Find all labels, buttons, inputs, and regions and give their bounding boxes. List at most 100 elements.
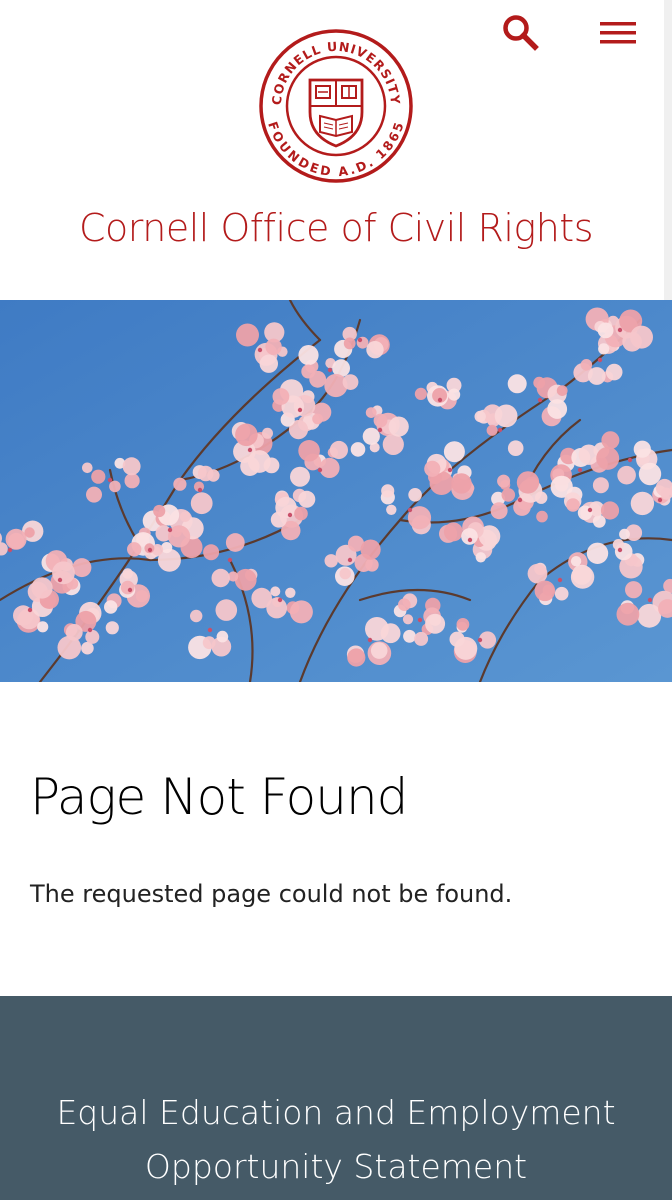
not-found-message: The requested page could not be found.	[30, 880, 513, 908]
blossom-petal	[403, 629, 416, 643]
blossom-center	[317, 467, 323, 473]
blossom-petal	[215, 599, 238, 621]
blossom-petal	[272, 388, 290, 405]
blossom-petal	[598, 343, 610, 355]
blossom-center	[467, 537, 473, 543]
site-title[interactable]: Cornell Office of Civil Rights	[0, 206, 672, 250]
blossom-petal	[124, 473, 140, 489]
blossom-petal	[570, 556, 582, 567]
blossom-center	[357, 337, 363, 343]
blossom-petal	[57, 635, 82, 660]
blossom-petal	[85, 629, 100, 644]
blossom-petal	[343, 337, 356, 350]
blossom-petal	[105, 621, 119, 635]
blossom-petal	[536, 510, 548, 523]
blossom-petal	[386, 504, 397, 515]
blossom-petal	[339, 567, 351, 580]
blossom-petal	[556, 385, 568, 396]
blossom-petal	[619, 528, 630, 540]
blossom-petal	[554, 586, 569, 601]
page-title: Page Not Found	[30, 768, 408, 826]
blossom-center	[277, 597, 283, 603]
blossom-petal	[461, 528, 478, 545]
blossom-petal	[448, 388, 461, 401]
menu-button[interactable]	[592, 10, 644, 56]
blossom-center	[287, 512, 293, 518]
blossom-petal	[362, 427, 380, 445]
blossom-petal	[587, 367, 606, 385]
main-content: Page Not Found The requested page could …	[0, 682, 672, 996]
blossom-petal	[507, 374, 527, 394]
blossom-center	[617, 327, 623, 333]
blossom-petal	[534, 580, 556, 602]
blossom-petal	[566, 498, 580, 512]
blossom-petal	[350, 442, 366, 457]
blossom-petal	[451, 473, 472, 494]
blossom-center	[297, 407, 303, 413]
blossom-petal	[72, 558, 92, 578]
blossom-center	[197, 487, 203, 493]
blossom-petal	[298, 440, 320, 462]
blossom-petal	[382, 433, 404, 455]
blossom-center	[377, 427, 383, 433]
blossom-center	[497, 427, 503, 433]
blossom-petal	[580, 359, 593, 371]
blossom-petal	[577, 505, 593, 521]
blossom-petal	[324, 554, 338, 568]
blossom-petal	[290, 466, 310, 487]
blossom-center	[647, 597, 653, 603]
blossom-petal	[402, 614, 414, 625]
blossom-petal	[370, 642, 388, 659]
blossom-petal	[104, 600, 118, 614]
blossom-petal	[570, 565, 595, 589]
blossom-petal	[24, 527, 35, 538]
blossom-petal	[52, 561, 75, 585]
blossom-petal	[262, 427, 273, 439]
blossom-petal	[266, 597, 288, 619]
blossom-center	[257, 347, 263, 353]
blossom-petal	[173, 477, 187, 491]
site-footer: Equal Education and Employment Opportuni…	[0, 996, 672, 1200]
blossom-petal	[381, 484, 395, 498]
blossom-center	[207, 627, 213, 633]
cornell-seal-logo[interactable]: CORNELL UNIVERSITY FOUNDED A.D. 1865	[258, 28, 414, 184]
blossom-petal	[342, 374, 359, 390]
blossom-petal	[91, 469, 106, 484]
search-button[interactable]	[496, 10, 546, 56]
blossom-petal	[597, 322, 614, 339]
blossom-petal	[578, 444, 599, 465]
blossom-petal	[294, 506, 308, 521]
blossom-center	[417, 617, 423, 623]
blossom-petal	[265, 338, 282, 355]
blossom-center	[27, 607, 33, 613]
blossom-center	[657, 497, 663, 503]
blossom-petal	[179, 511, 191, 522]
blossom-center	[597, 357, 603, 363]
eeo-statement-heading: Equal Education and Employment Opportuni…	[0, 1086, 672, 1194]
blossom-petal	[270, 586, 281, 597]
blossom-petal	[86, 486, 102, 503]
blossom-petal	[633, 440, 651, 458]
blossom-petal	[625, 581, 643, 599]
blossom-petal	[122, 568, 133, 579]
blossom-center	[437, 397, 443, 403]
blossom-petal	[425, 613, 446, 634]
blossom-center	[327, 367, 333, 373]
blossom-petal	[601, 431, 620, 450]
blossom-petal	[122, 457, 141, 476]
blossom-petal	[490, 502, 508, 520]
blossom-petal	[203, 544, 220, 561]
blossom-petal	[388, 416, 409, 437]
blossom-petal	[616, 602, 640, 626]
blossom-petal	[319, 457, 340, 478]
blossom-center	[477, 637, 483, 643]
blossom-petal	[235, 423, 258, 447]
blossom-petal	[547, 399, 568, 419]
blossom-center	[577, 467, 583, 473]
blossom-petal	[298, 490, 316, 508]
blossom-petal	[360, 539, 381, 560]
blossom-petal	[234, 568, 257, 591]
blossom-petal	[5, 528, 27, 550]
scrollbar[interactable]	[664, 0, 672, 300]
blossom-petal	[216, 630, 229, 643]
